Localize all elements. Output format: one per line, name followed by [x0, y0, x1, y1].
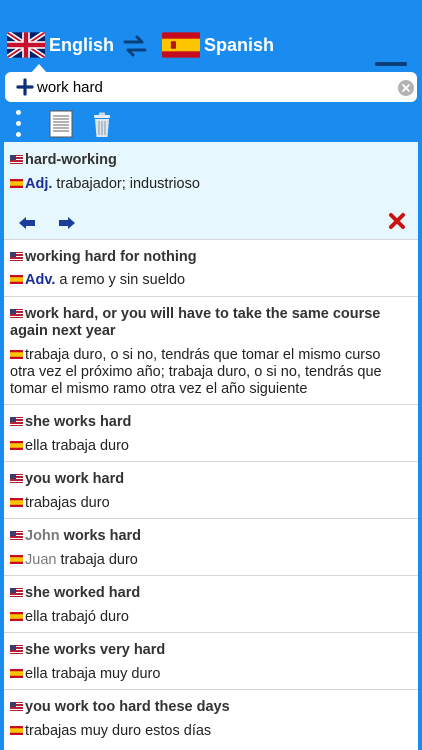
us-flag-icon [10, 531, 23, 540]
target-language-button[interactable]: Spanish [162, 32, 274, 58]
entry-english: you work hard [10, 471, 124, 488]
plus-icon[interactable] [15, 77, 35, 97]
entry-spanish: ella trabaja muy duro [10, 666, 160, 683]
arrow-left-icon[interactable] [18, 216, 36, 230]
entry-english: working hard for nothing [10, 249, 197, 266]
vertical-dots-icon[interactable] [16, 110, 22, 138]
spain-flag-icon [162, 32, 200, 58]
uk-flag-icon [7, 32, 45, 58]
entry-spanish: trabajas duro [10, 495, 110, 512]
swap-arrows-icon[interactable] [122, 34, 148, 58]
entry-english: work hard, or you will have to take the … [10, 306, 381, 339]
target-language-label: Spanish [204, 34, 275, 55]
entry-english: she works hard [10, 414, 131, 431]
us-flag-icon [10, 588, 23, 597]
list-item[interactable]: work hard, or you will have to take the … [4, 297, 418, 405]
language-selector-row: English Spanish [0, 28, 422, 86]
list-item[interactable]: working hard for nothing Adv. a remo y s… [4, 240, 418, 297]
entry-english: she worked hard [10, 585, 140, 602]
spain-flag-icon [10, 275, 23, 284]
arrow-right-icon[interactable] [58, 216, 76, 230]
spain-flag-icon [10, 726, 23, 735]
us-flag-icon [10, 474, 23, 483]
source-language-button[interactable]: English [7, 32, 114, 58]
list-item[interactable]: she works very hard ella trabaja muy dur… [4, 633, 418, 690]
spain-flag-icon [10, 179, 23, 188]
us-flag-icon [10, 702, 23, 711]
entry-spanish: Adv. a remo y sin sueldo [10, 272, 185, 289]
entry-spanish: Adj. trabajador; industrioso [10, 176, 200, 193]
list-item[interactable]: she worked hard ella trabajó duro [4, 576, 418, 633]
top-bar: English Spanish [0, 0, 422, 150]
search-bar [5, 72, 417, 102]
entry-spanish: ella trabajó duro [10, 609, 129, 626]
spain-flag-icon [10, 669, 23, 678]
entry-spanish: Juan trabaja duro [10, 552, 138, 569]
spain-flag-icon [10, 498, 23, 507]
us-flag-icon [10, 155, 23, 164]
spain-flag-icon [10, 441, 23, 450]
toolbar [0, 106, 422, 142]
clear-circle-icon[interactable] [398, 80, 414, 96]
spain-flag-icon [10, 350, 23, 359]
document-icon[interactable] [49, 110, 73, 138]
source-language-label: English [49, 34, 115, 55]
entry-english: hard-working [10, 152, 117, 169]
red-x-icon[interactable] [388, 212, 406, 230]
us-flag-icon [10, 417, 23, 426]
list-item[interactable]: you work hard trabajas duro [4, 462, 418, 519]
list-item[interactable]: John works hard Juan trabaja duro [4, 519, 418, 576]
spain-flag-icon [10, 612, 23, 621]
us-flag-icon [10, 252, 23, 261]
list-item[interactable]: you work too hard these days trabajas mu… [4, 690, 418, 750]
trash-icon[interactable] [92, 112, 112, 138]
list-item[interactable]: hard-working Adj. trabajador; industrios… [4, 142, 418, 240]
us-flag-icon [10, 645, 23, 654]
search-input[interactable] [37, 76, 387, 98]
entry-english: you work too hard these days [10, 699, 230, 716]
entry-english: John works hard [10, 528, 141, 545]
us-flag-icon [10, 309, 23, 318]
results-list: hard-working Adj. trabajador; industrios… [0, 142, 422, 750]
entry-spanish: trabajas muy duro estos días [10, 723, 211, 740]
spain-flag-icon [10, 555, 23, 564]
entry-spanish: trabaja duro, o si no, tendrás que tomar… [10, 347, 382, 397]
list-item[interactable]: she works hard ella trabaja duro [4, 405, 418, 462]
entry-spanish: ella trabaja duro [10, 438, 129, 455]
entry-english: she works very hard [10, 642, 165, 659]
